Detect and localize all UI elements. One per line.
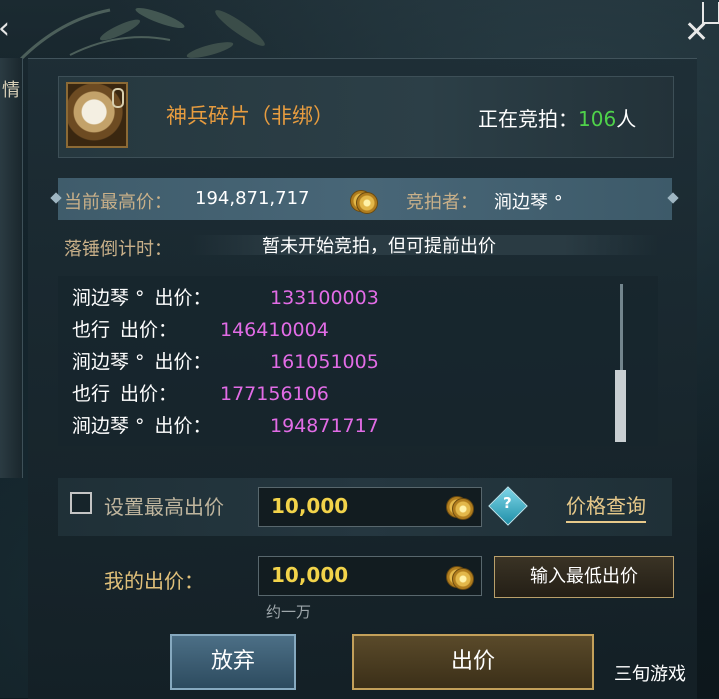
bidders-unit: 人: [616, 107, 637, 131]
history-amount: 161051005: [270, 351, 379, 373]
history-label: 出价：: [120, 383, 178, 405]
my-bid-label: 我的出价：: [104, 569, 204, 593]
history-bidder: 涧边琴 °: [72, 287, 145, 309]
bidder-label: 竞拍者：: [406, 192, 478, 213]
left-side-tab[interactable]: 情: [0, 58, 23, 478]
list-item: 涧边琴 ° 出价：: [72, 284, 212, 312]
history-scroll-thumb[interactable]: [615, 370, 626, 442]
history-amount: 133100003: [270, 287, 379, 309]
history-bidder: 也行: [72, 319, 111, 341]
close-icon[interactable]: ✕: [684, 18, 709, 48]
bid-button[interactable]: 出价: [352, 634, 594, 690]
countdown-value: 暂未开始竞拍，但可提前出价: [262, 236, 496, 257]
item-gem-icon[interactable]: [66, 82, 128, 148]
countdown-label: 落锤倒计时：: [64, 239, 172, 260]
history-amount: 194871717: [270, 415, 379, 437]
min-bid-button[interactable]: 输入最低出价: [494, 556, 674, 598]
history-amount: 177156106: [220, 383, 329, 405]
history-bidder: 涧边琴 °: [72, 351, 145, 373]
highest-price-label: 当前最高价：: [64, 192, 172, 213]
bidders-count-text: 正在竞拍：106人: [478, 103, 636, 132]
watermark: 三旬游戏: [614, 664, 686, 685]
coin-icon: [446, 566, 474, 590]
item-name: 神兵碎片（非绑）: [166, 104, 334, 128]
max-bid-checkbox[interactable]: [70, 492, 92, 514]
history-label: 出价：: [154, 415, 212, 437]
help-mark: ?: [503, 494, 512, 512]
max-bid-label: 设置最高出价: [104, 495, 224, 519]
bidders-count: 106: [578, 107, 617, 131]
give-up-button[interactable]: 放弃: [170, 634, 296, 690]
chain-icon: [112, 88, 124, 108]
bidders-label: 正在竞拍：: [478, 107, 578, 131]
history-label: 出价：: [154, 351, 212, 373]
list-item: 也行 出价：: [72, 380, 177, 408]
bidder-name: 涧边琴 °: [494, 192, 563, 213]
list-item: 涧边琴 ° 出价：: [72, 348, 212, 376]
list-item: 也行 出价：: [72, 316, 177, 344]
side-tab-label: 情: [2, 80, 20, 101]
list-item: 涧边琴 ° 出价：: [72, 412, 212, 440]
highest-price-value: 194,871,717: [195, 188, 310, 209]
price-query-link[interactable]: 价格查询: [566, 490, 646, 523]
coin-icon: [446, 496, 474, 520]
history-bidder: 也行: [72, 383, 111, 405]
my-bid-value: 10,000: [271, 563, 349, 587]
history-label: 出价：: [120, 319, 178, 341]
history-bidder: 涧边琴 °: [72, 415, 145, 437]
back-arrow-icon[interactable]: ‹: [0, 14, 10, 44]
coin-icon: [350, 190, 378, 214]
history-label: 出价：: [154, 287, 212, 309]
max-bid-value: 10,000: [271, 494, 349, 518]
bid-approx-text: 约一万: [266, 603, 312, 621]
history-amount: 146410004: [220, 319, 329, 341]
